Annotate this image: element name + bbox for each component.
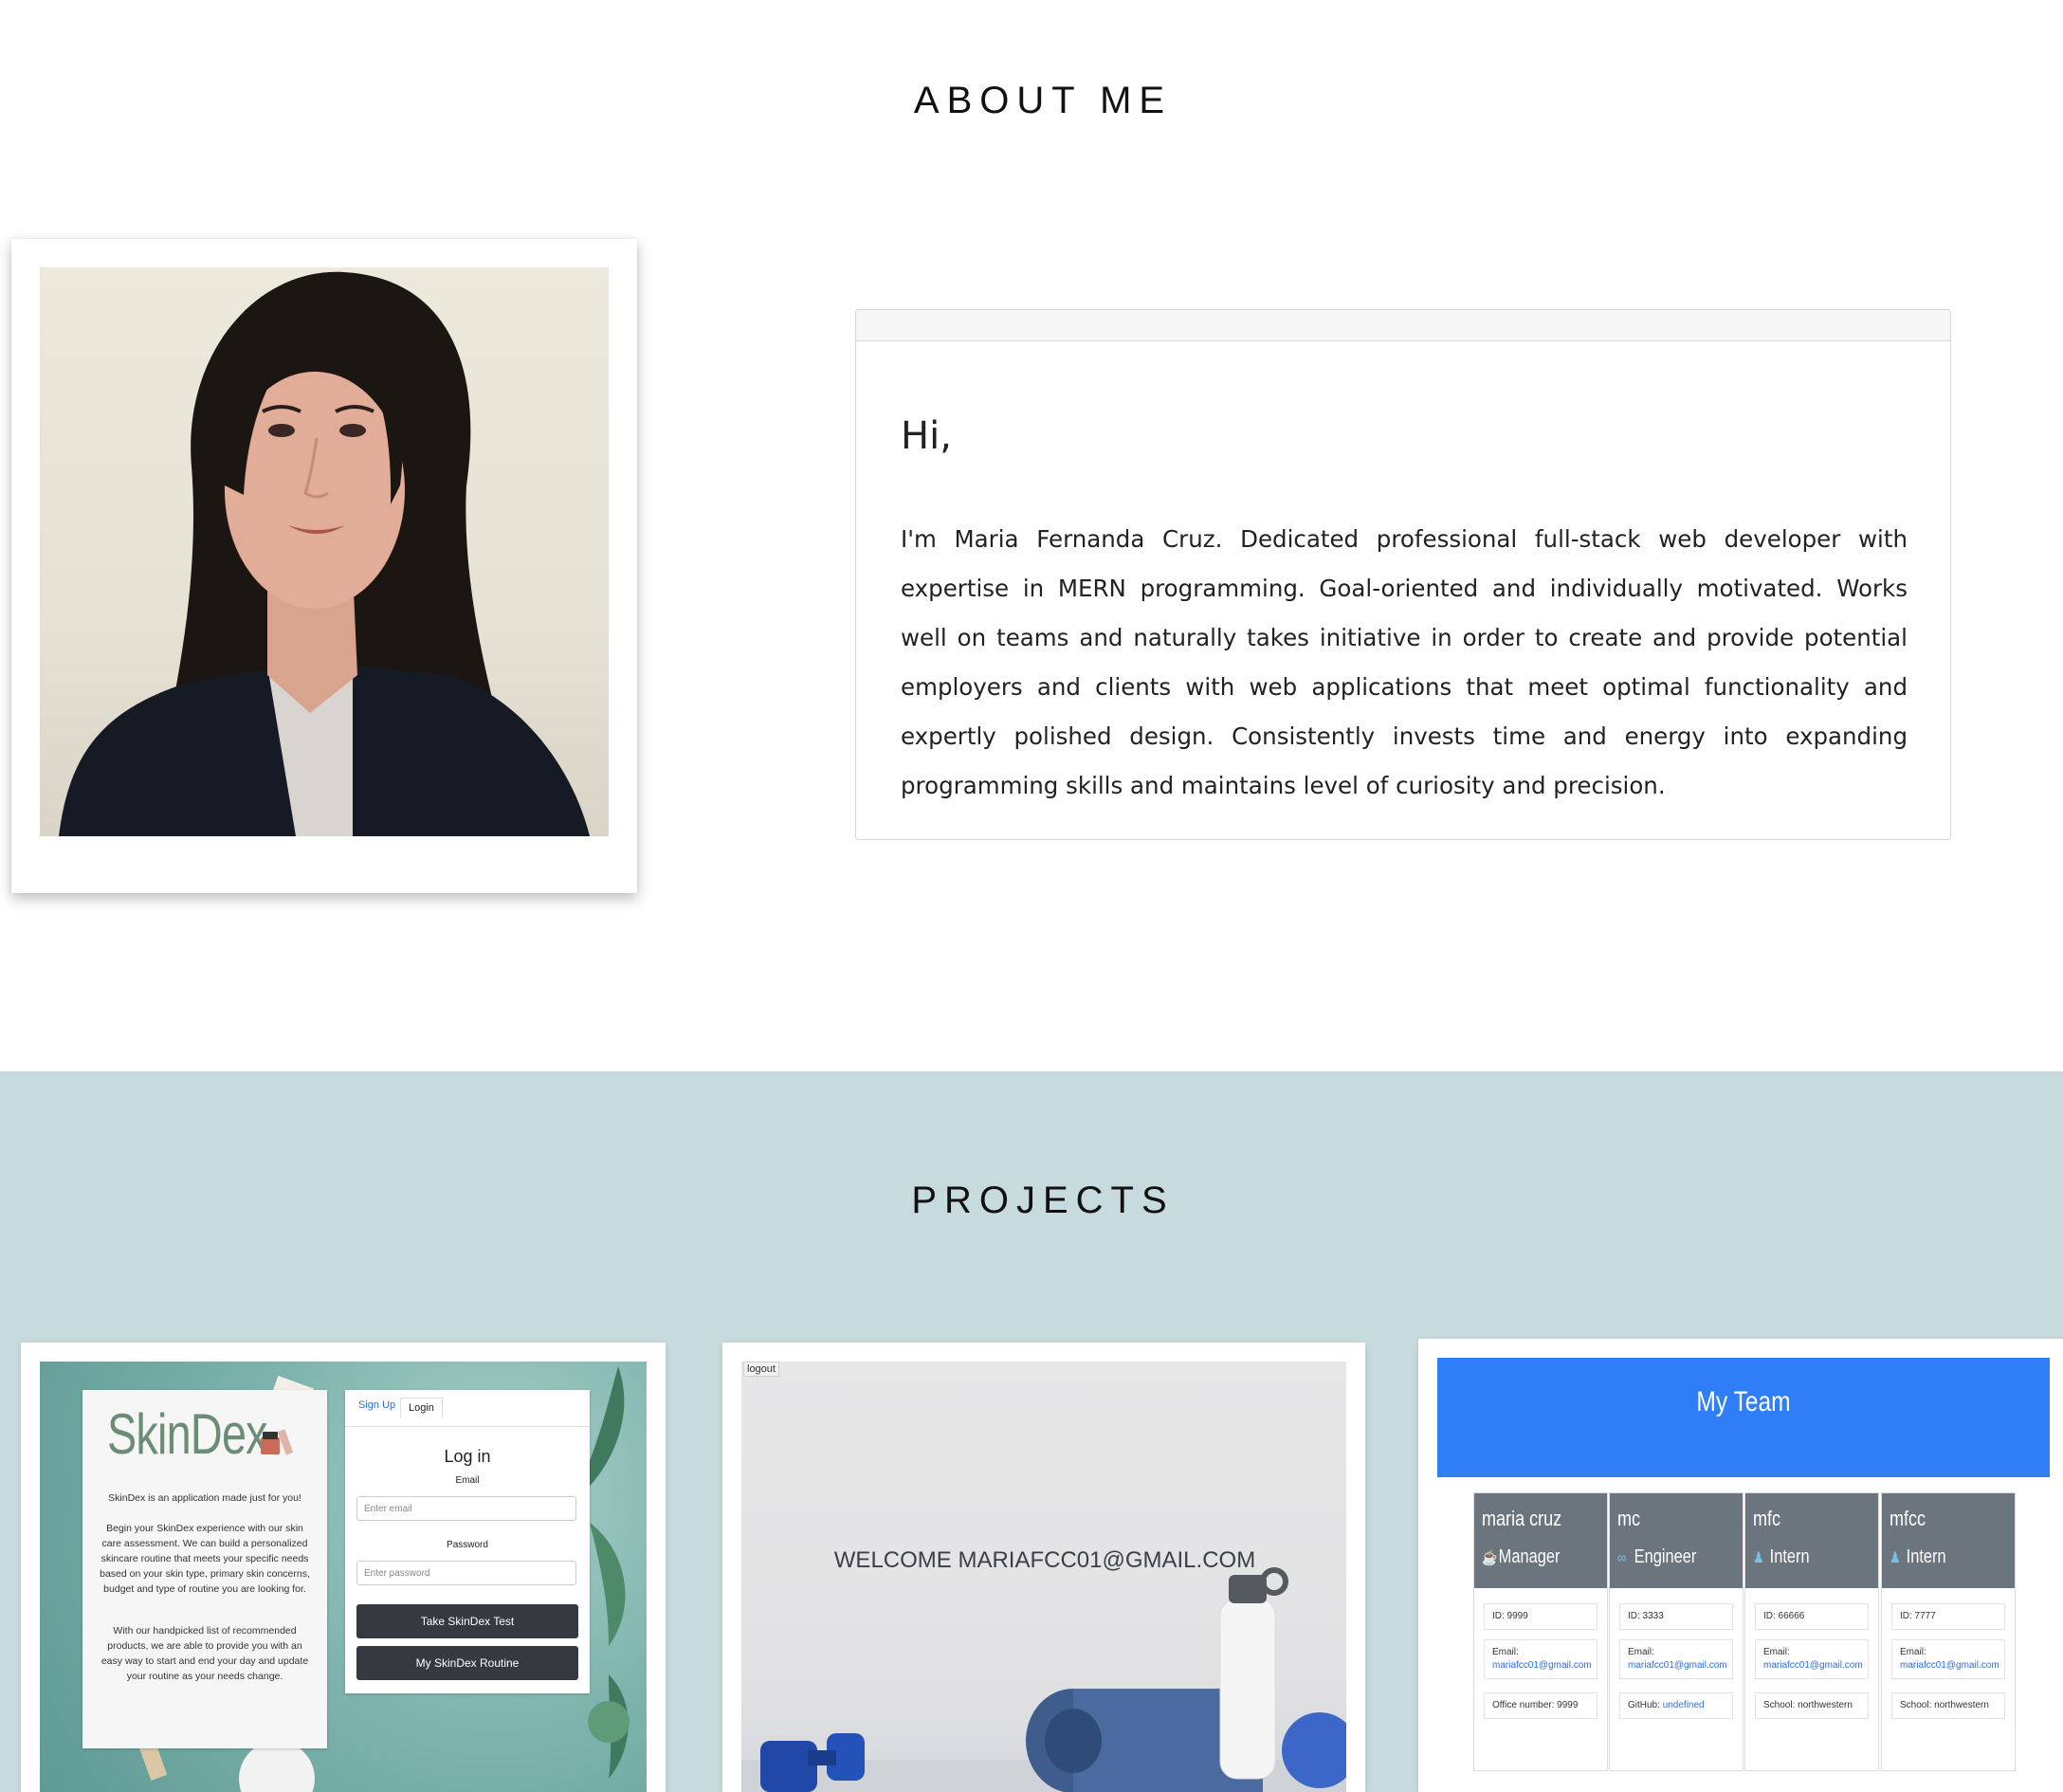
github-label: GitHub:	[1628, 1700, 1660, 1710]
employee-id: ID: 66666	[1755, 1603, 1869, 1630]
employee-name: maria cruz	[1482, 1507, 1562, 1530]
email-label: Email:	[1628, 1647, 1654, 1657]
project-card-fitness[interactable]: logout WELCOME MARIAFCC01@GMAIL.COM	[722, 1343, 1365, 1792]
team-screenshot: My Team maria cruz ☕ Manager ID: 9999 Em…	[1437, 1358, 2054, 1792]
employee-email-link[interactable]: mariafcc01@gmail.com	[1492, 1659, 1592, 1673]
employee-name: mfc	[1753, 1507, 1781, 1530]
employee-email-link[interactable]: mariafcc01@gmail.com	[1900, 1659, 1999, 1673]
skindex-paragraph-2: With our handpicked list of recommended …	[100, 1625, 309, 1682]
glasses-icon: ∞	[1617, 1550, 1627, 1566]
employee-email-link[interactable]: mariafcc01@gmail.com	[1763, 1659, 1863, 1673]
password-label: Password	[447, 1540, 488, 1550]
employee-role: Engineer	[1634, 1546, 1697, 1567]
tab-sign-up[interactable]: Sign Up	[358, 1399, 395, 1411]
about-card-header	[856, 310, 1950, 341]
skindex-intro: SkinDex is an application made just for …	[108, 1492, 301, 1504]
project-card-team[interactable]: My Team maria cruz ☕ Manager ID: 9999 Em…	[1418, 1339, 2063, 1792]
coffee-icon: ☕	[1482, 1550, 1498, 1566]
graduate-icon: ♟	[1890, 1550, 1901, 1566]
greeting-heading: Hi,	[901, 414, 952, 458]
skindex-paragraph-1: Begin your SkinDex experience with our s…	[100, 1523, 310, 1595]
skindex-info-panel: SkinDex SkinDex is an application made j…	[82, 1390, 327, 1748]
project-card-skindex[interactable]: SkinDex SkinDex is an application made j…	[21, 1343, 666, 1792]
employee-role: Intern	[1769, 1546, 1810, 1567]
login-title: Log in	[444, 1447, 491, 1466]
skindex-login-panel: Sign Up Login Log in Email Enter email P…	[345, 1390, 590, 1693]
projects-heading: PROJECTS	[911, 1179, 1175, 1221]
employee-card: mfcc ♟ Intern ID: 7777 Email: mariafcc01…	[1881, 1492, 2016, 1771]
skindex-logo: SkinDex	[107, 1402, 268, 1466]
employee-school: School: northwestern	[1755, 1692, 1869, 1719]
team-title: My Team	[1696, 1386, 1791, 1417]
skindex-screenshot: SkinDex SkinDex is an application made j…	[40, 1362, 647, 1792]
employee-id: ID: 7777	[1891, 1603, 2005, 1630]
my-skindex-routine-button[interactable]: My SkinDex Routine	[356, 1646, 578, 1680]
email-label: Email:	[1900, 1647, 1926, 1657]
employee-email-link[interactable]: mariafcc01@gmail.com	[1628, 1659, 1727, 1673]
about-heading: ABOUT ME	[913, 80, 1173, 121]
graduate-icon: ♟	[1753, 1550, 1764, 1566]
skincare-products-icon	[261, 1429, 294, 1455]
employee-role: Intern	[1906, 1546, 1946, 1567]
github-link[interactable]: undefined	[1663, 1700, 1705, 1710]
about-card: Hi, I'm Maria Fernanda Cruz. Dedicated p…	[855, 309, 1951, 840]
take-skindex-test-button[interactable]: Take SkinDex Test	[356, 1604, 578, 1638]
password-input[interactable]: Enter password	[356, 1561, 576, 1585]
employee-card: mc ∞ Engineer ID: 3333 Email: mariafcc01…	[1609, 1492, 1744, 1771]
team-header: My Team	[1437, 1358, 2050, 1477]
email-label: Email:	[1492, 1647, 1519, 1657]
employee-name: mc	[1617, 1507, 1641, 1530]
employee-id: ID: 9999	[1484, 1603, 1597, 1630]
profile-photo	[40, 267, 609, 836]
tab-login[interactable]: Login	[400, 1398, 443, 1418]
employee-name: mfcc	[1890, 1507, 1926, 1530]
employee-card: maria cruz ☕ Manager ID: 9999 Email: mar…	[1473, 1492, 1608, 1771]
employee-role: Manager	[1498, 1546, 1561, 1567]
skindex-tabs: Sign Up Login	[345, 1390, 590, 1427]
fitness-equipment-art	[741, 1567, 1346, 1792]
profile-photo-frame	[11, 239, 637, 893]
fitness-screenshot: logout WELCOME MARIAFCC01@GMAIL.COM	[741, 1362, 1346, 1792]
email-label: Email	[455, 1475, 480, 1486]
employee-card: mfc ♟ Intern ID: 66666 Email: mariafcc01…	[1744, 1492, 1879, 1771]
employee-office-number: Office number: 9999	[1484, 1692, 1597, 1719]
email-input[interactable]: Enter email	[356, 1496, 576, 1521]
employee-school: School: northwestern	[1891, 1692, 2005, 1719]
employee-id: ID: 3333	[1619, 1603, 1733, 1630]
email-label: Email:	[1763, 1647, 1790, 1657]
bio-text: I'm Maria Fernanda Cruz. Dedicated profe…	[901, 525, 1908, 799]
